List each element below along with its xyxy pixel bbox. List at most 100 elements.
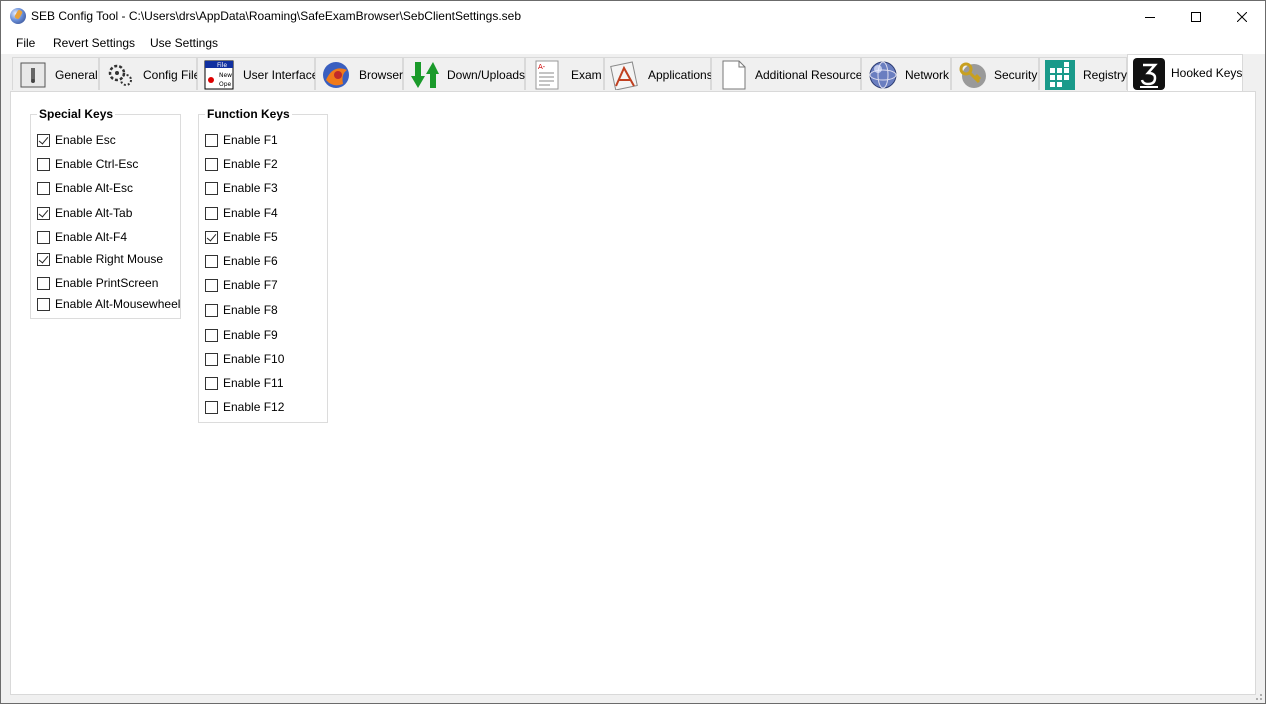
tab-hooked-keys[interactable]: Hooked Keys — [1127, 54, 1243, 91]
checkbox[interactable] — [37, 133, 50, 147]
checkbox-label[interactable]: Enable F8 — [223, 303, 278, 317]
function-key-checkbox-row[interactable]: Enable F7 — [205, 277, 278, 293]
tab-browser[interactable]: Browser — [315, 57, 403, 90]
special-key-checkbox-row[interactable]: Enable Right Mouse — [37, 251, 163, 267]
tab-general-label: General — [55, 68, 98, 82]
checkbox[interactable] — [205, 278, 218, 292]
checkbox-label[interactable]: Enable Alt-Esc — [55, 181, 133, 195]
hooked-keys-icon — [1133, 58, 1165, 90]
tab-browser-label: Browser — [359, 68, 404, 82]
menu-bar: File Revert Settings Use Settings — [1, 32, 1265, 54]
browser-icon — [323, 62, 349, 88]
checkbox-label[interactable]: Enable PrintScreen — [55, 276, 158, 290]
checkbox[interactable] — [205, 400, 218, 414]
checkbox-label[interactable]: Enable F1 — [223, 133, 278, 147]
function-key-checkbox-row[interactable]: Enable F11 — [205, 375, 284, 391]
checkbox-label[interactable]: Enable F6 — [223, 254, 278, 268]
checkbox-label[interactable]: Enable F4 — [223, 206, 278, 220]
function-key-checkbox-row[interactable]: Enable F10 — [205, 351, 284, 367]
special-keys-title: Special Keys — [37, 107, 116, 121]
tab-general[interactable]: General — [12, 57, 99, 90]
checkbox[interactable] — [37, 181, 50, 195]
special-key-checkbox-row[interactable]: Enable Alt-Tab — [37, 205, 132, 221]
checkbox[interactable] — [205, 376, 218, 390]
checkbox[interactable] — [37, 157, 50, 171]
special-key-checkbox-row[interactable]: Enable Alt-Mousewheel — [37, 296, 180, 312]
checkbox[interactable] — [37, 206, 50, 220]
checkbox-label[interactable]: Enable F5 — [223, 230, 278, 244]
function-keys-title: Function Keys — [205, 107, 292, 121]
checkbox[interactable] — [37, 276, 50, 290]
checkbox-label[interactable]: Enable Esc — [55, 133, 116, 147]
special-keys-group: Special Keys Enable Esc Enable Ctrl-Esc En… — [30, 107, 181, 319]
function-key-checkbox-row[interactable]: Enable F1 — [205, 132, 278, 148]
checkbox-label[interactable]: Enable F7 — [223, 278, 278, 292]
minimize-icon — [1145, 16, 1155, 18]
checkbox-label[interactable]: Enable F2 — [223, 157, 278, 171]
checkbox[interactable] — [37, 297, 50, 311]
tab-config-file[interactable]: Config File — [99, 57, 200, 90]
function-key-checkbox-row[interactable]: Enable F2 — [205, 156, 278, 172]
function-key-checkbox-row[interactable]: Enable F9 — [205, 327, 278, 343]
special-key-checkbox-row[interactable]: Enable PrintScreen — [37, 275, 158, 291]
tab-network-label: Network — [905, 68, 950, 82]
additional-resources-icon — [722, 60, 746, 90]
checkbox-label[interactable]: Enable F9 — [223, 328, 278, 342]
checkbox[interactable] — [37, 252, 50, 266]
function-key-checkbox-row[interactable]: Enable F4 — [205, 205, 278, 221]
tab-applications[interactable]: Applications — [604, 57, 713, 90]
hooked-keys-panel: Special Keys Enable Esc Enable Ctrl-Esc En… — [10, 91, 1256, 695]
checkbox[interactable] — [205, 303, 218, 317]
special-key-checkbox-row[interactable]: Enable Ctrl-Esc — [37, 156, 138, 172]
function-keys-group: Function Keys Enable F1 Enable F2 Enable F… — [198, 107, 328, 423]
checkbox-label[interactable]: Enable F12 — [223, 400, 284, 414]
security-icon — [959, 62, 986, 88]
title-bar[interactable]: SEB Config Tool - C:\Users\drs\AppData\R… — [1, 1, 1265, 32]
maximize-button[interactable] — [1173, 1, 1219, 32]
minimize-button[interactable] — [1127, 1, 1173, 32]
tab-security[interactable]: Security — [951, 57, 1039, 90]
checkbox-label[interactable]: Enable Right Mouse — [55, 252, 163, 266]
checkbox[interactable] — [205, 352, 218, 366]
checkbox-label[interactable]: Enable F11 — [223, 376, 284, 390]
checkbox-label[interactable]: Enable Alt-Tab — [55, 206, 132, 220]
resize-grip-icon[interactable] — [1253, 691, 1263, 701]
special-key-checkbox-row[interactable]: Enable Alt-Esc — [37, 180, 133, 196]
checkbox-label[interactable]: Enable Ctrl-Esc — [55, 157, 138, 171]
checkbox[interactable] — [205, 328, 218, 342]
checkbox[interactable] — [205, 254, 218, 268]
svg-text:A-: A- — [538, 63, 546, 71]
tab-network[interactable]: Network — [861, 57, 951, 90]
checkbox-label[interactable]: Enable F3 — [223, 181, 278, 195]
menu-use-settings[interactable]: Use Settings — [150, 36, 218, 50]
down-uploads-icon — [411, 62, 439, 88]
special-key-checkbox-row[interactable]: Enable Alt-F4 — [37, 229, 127, 245]
tab-exam[interactable]: A- Exam — [525, 57, 604, 90]
checkbox[interactable] — [205, 230, 218, 244]
checkbox-label[interactable]: Enable F10 — [223, 352, 284, 366]
checkbox[interactable] — [205, 181, 218, 195]
function-key-checkbox-row[interactable]: Enable F8 — [205, 302, 278, 318]
user-interface-icon: File New Ope — [204, 60, 234, 90]
tab-down-uploads[interactable]: Down/Uploads — [403, 57, 525, 90]
special-key-checkbox-row[interactable]: Enable Esc — [37, 132, 116, 148]
checkbox[interactable] — [205, 206, 218, 220]
exam-icon: A- — [535, 60, 559, 90]
function-key-checkbox-row[interactable]: Enable F3 — [205, 180, 278, 196]
function-key-checkbox-row[interactable]: Enable F5 — [205, 229, 278, 245]
function-key-checkbox-row[interactable]: Enable F12 — [205, 399, 284, 415]
checkbox[interactable] — [205, 157, 218, 171]
checkbox-label[interactable]: Enable Alt-F4 — [55, 230, 127, 244]
tab-registry[interactable]: Registry — [1039, 57, 1127, 90]
tab-user-interface[interactable]: File New Ope User Interface — [197, 57, 318, 90]
tab-additional-resources[interactable]: Additional Resources — [711, 57, 868, 90]
seb-app-icon[interactable] — [10, 8, 26, 24]
network-icon — [869, 61, 897, 89]
checkbox[interactable] — [205, 133, 218, 147]
checkbox-label[interactable]: Enable Alt-Mousewheel — [55, 297, 180, 311]
function-key-checkbox-row[interactable]: Enable F6 — [205, 253, 278, 269]
checkbox[interactable] — [37, 230, 50, 244]
close-button[interactable] — [1219, 1, 1265, 32]
menu-revert-settings[interactable]: Revert Settings — [53, 36, 135, 50]
menu-file[interactable]: File — [16, 36, 35, 50]
